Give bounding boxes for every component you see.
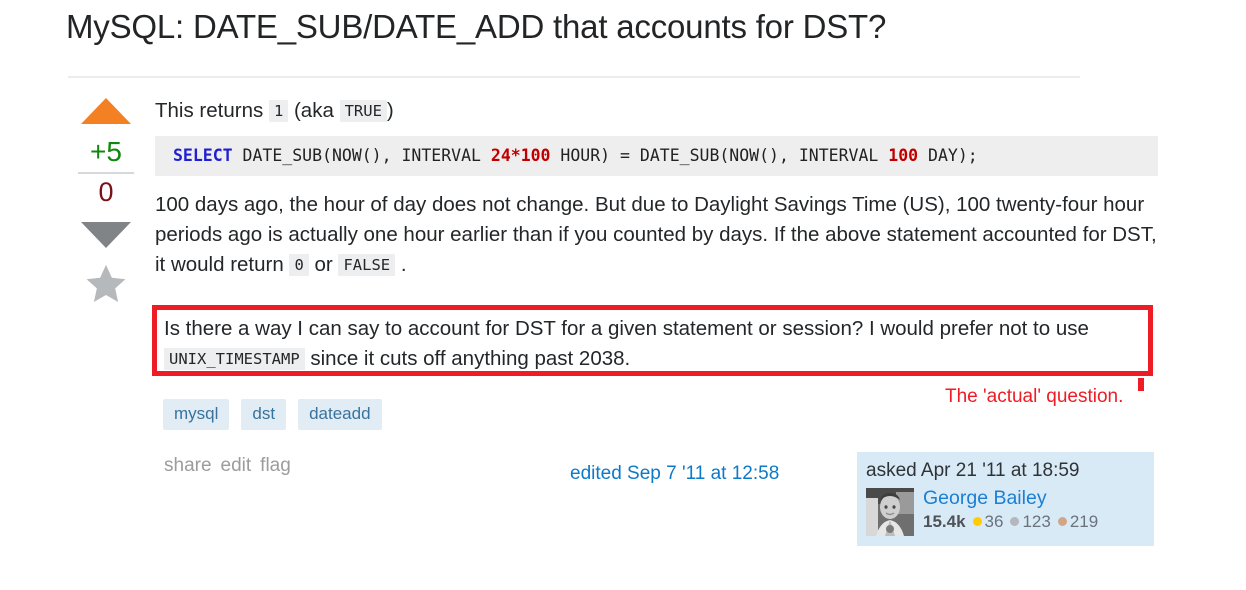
- edited-timestamp[interactable]: edited Sep 7 '11 at 12:58: [570, 463, 779, 485]
- body-text-part-3: .: [400, 253, 407, 276]
- sql-segment-1: DATE_SUB(NOW(), INTERVAL: [232, 146, 491, 165]
- highlight-paragraph: Is there a way I can say to account for …: [164, 314, 1144, 374]
- inline-code-one: 1: [268, 100, 289, 122]
- intro-text-before: This returns: [155, 99, 264, 122]
- sql-keyword-select: SELECT: [173, 146, 233, 165]
- asked-timestamp: asked Apr 21 '11 at 18:59: [866, 460, 1080, 481]
- highlight-text-part-1: Is there a way I can say to account for …: [164, 317, 1089, 340]
- edit-link[interactable]: edit: [221, 455, 252, 476]
- annotation-label: The 'actual' question.: [945, 386, 1124, 407]
- sql-number-1: 24*100: [490, 146, 551, 165]
- title-divider: [68, 76, 1080, 78]
- tag-dateadd[interactable]: dateadd: [298, 399, 382, 430]
- reputation-score: 15.4k: [923, 512, 966, 531]
- inline-code-true: TRUE: [339, 100, 387, 122]
- owner-badges: 15.4k 36 123 219: [923, 511, 1098, 533]
- sql-segment-3: DAY);: [918, 146, 978, 165]
- sql-number-2: 100: [888, 146, 919, 165]
- silver-badge-icon: [1010, 517, 1020, 526]
- tag-mysql[interactable]: mysql: [163, 399, 230, 430]
- inline-code-zero: 0: [289, 254, 309, 276]
- annotation-pointer: [1138, 378, 1144, 391]
- post-body: This returns 1 (aka TRUE) SELECT DATE_SU…: [155, 96, 1165, 280]
- avatar[interactable]: [866, 488, 914, 536]
- owner-card: asked Apr 21 '11 at 18:59 George Bailey …: [857, 452, 1154, 546]
- tag-dst[interactable]: dst: [241, 399, 287, 430]
- vote-score-divider: [78, 172, 134, 174]
- intro-text-middle: (aka: [293, 99, 334, 122]
- bronze-badge-count: 219: [1069, 512, 1099, 531]
- gold-badge-icon: [972, 517, 982, 526]
- owner-row: George Bailey 15.4k 36 123 219: [866, 486, 1154, 536]
- sql-code-block: SELECT DATE_SUB(NOW(), INTERVAL 24*100 H…: [155, 136, 1158, 176]
- highlight-text-part-2: since it cuts off anything past 2038.: [310, 347, 631, 370]
- intro-paragraph: This returns 1 (aka TRUE): [155, 96, 1165, 126]
- triangle-down-icon[interactable]: [81, 222, 131, 248]
- inline-code-false: FALSE: [338, 254, 396, 276]
- tag-list: mysql dst dateadd: [163, 399, 382, 430]
- question-page: MySQL: DATE_SUB/DATE_ADD that accounts f…: [0, 0, 1246, 590]
- share-link[interactable]: share: [164, 455, 212, 476]
- vote-column: +5 0: [74, 98, 138, 306]
- flag-link[interactable]: flag: [260, 455, 291, 476]
- gold-badge-count: 36: [984, 512, 1004, 531]
- page-title: MySQL: DATE_SUB/DATE_ADD that accounts f…: [66, 8, 887, 45]
- vote-score: +5: [90, 136, 122, 167]
- intro-text-after: ): [386, 99, 394, 122]
- silver-badge-count: 123: [1022, 512, 1051, 531]
- body-paragraph: 100 days ago, the hour of day does not c…: [155, 190, 1165, 280]
- body-text-part-2: or: [314, 253, 333, 276]
- owner-name[interactable]: George Bailey: [923, 486, 1098, 510]
- owner-meta: George Bailey 15.4k 36 123 219: [923, 486, 1098, 533]
- bronze-badge-icon: [1057, 517, 1067, 526]
- post-actions: share edit flag: [164, 455, 300, 477]
- favorite-count: 0: [98, 177, 114, 207]
- star-icon[interactable]: [83, 262, 129, 306]
- inline-code-unix-timestamp: UNIX_TIMESTAMP: [164, 348, 305, 370]
- triangle-up-icon[interactable]: [81, 98, 131, 124]
- sql-segment-2: HOUR) = DATE_SUB(NOW(), INTERVAL: [550, 146, 889, 165]
